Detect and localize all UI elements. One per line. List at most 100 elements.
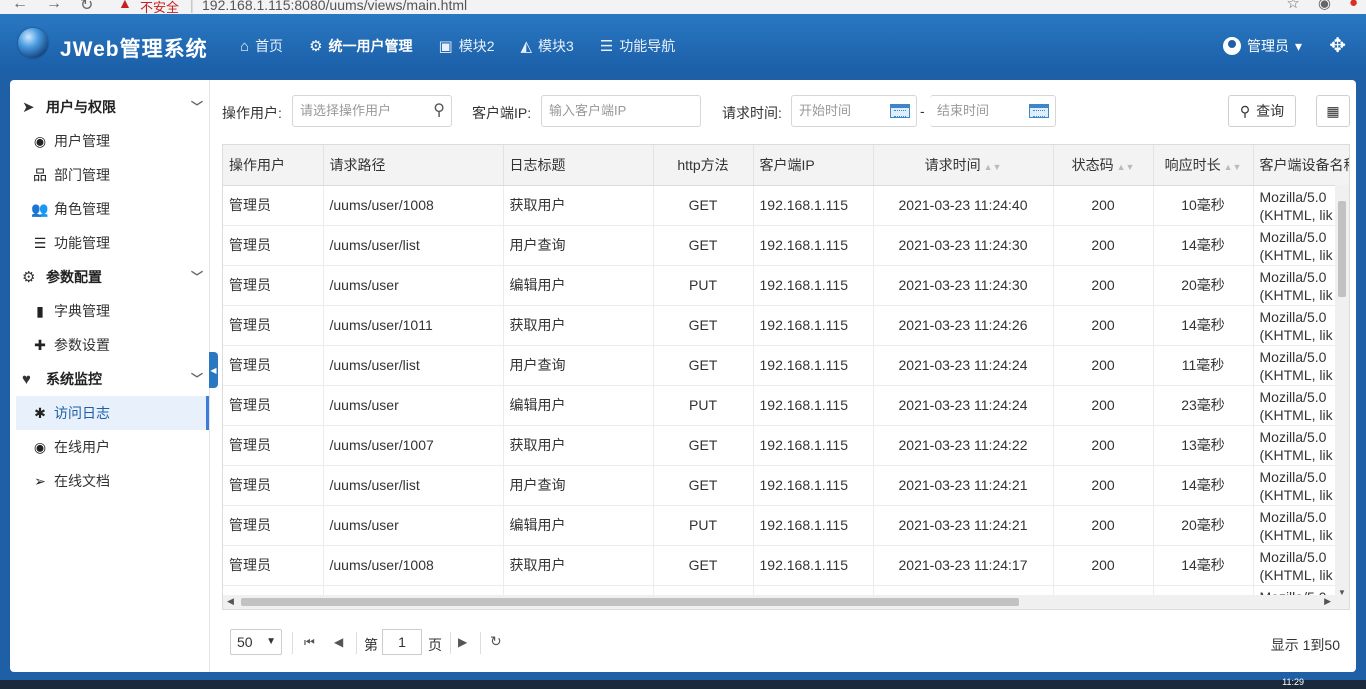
cell-log-title: 获取用户 [503,305,654,346]
table-row[interactable]: 管理员/uums/user/1008 获取用户 GET 192.168.1.115 20… [223,185,1349,226]
forward-icon[interactable]: → [46,0,62,13]
cell-request-time: 2021-03-23 11:24:30 [873,225,1054,266]
end-time-input[interactable]: 结束时间 [930,95,1056,127]
cell-status-code: 200 [1053,345,1154,386]
page-number-input[interactable]: 1 [382,629,422,655]
cell-log-title: 用户查询 [503,225,654,266]
cell-log-title: 获取用户 [503,545,654,586]
table-row[interactable]: 管理员/uums/user 编辑用户 PUT 192.168.1.115 2021-03… [223,505,1349,546]
cell-status-code: 200 [1053,185,1154,226]
nav-function-guide[interactable]: ☰ 功能导航 [600,36,675,56]
col-response-time[interactable]: 响应时长 ▲▼ [1153,145,1254,186]
sidebar-item-online-docs[interactable]: ➢ 在线文档 [10,464,209,498]
client-ip-placeholder: 输入客户端IP [549,103,627,118]
sidebar-item-functions[interactable]: ☰ 功能管理 [10,226,209,260]
page-size-value: 50 [237,634,253,650]
cell-request-path: /uums/user/1011 [323,305,504,346]
divider [356,632,357,654]
col-http-method: http方法 [653,145,754,186]
user-menu[interactable]: 管理员 ▾ [1222,36,1302,56]
scroll-right-icon[interactable]: ▶ [1324,596,1331,607]
nav-module2[interactable]: ▣ 模块2 [439,36,495,56]
query-button[interactable]: ⚲ 查询 [1228,95,1296,127]
sidebar-group-permissions[interactable]: ➤ 用户与权限 ﹀ [10,90,209,124]
scrollbar-thumb[interactable] [1338,201,1346,297]
caret-down-icon: ▾ [1294,37,1302,54]
start-time-input[interactable]: 开始时间 [791,95,917,127]
taskbar-clock: 11:29 [1282,677,1304,687]
table-row[interactable]: 管理员/uums/user/list用户查询GET192.168.1.11520… [223,345,1349,386]
sidebar-item-param-settings[interactable]: ✚ 参数设置 [10,328,209,362]
table-row[interactable]: 管理员/uums/user/1008 获取用户 GET 192.168.1.115 20… [223,545,1349,586]
cell-response-time: 13毫秒 [1153,425,1254,466]
security-status[interactable]: 不安全 [140,0,179,14]
horizontal-scrollbar[interactable]: ◀ ▶ [223,595,1349,609]
page-suffix: 页 [428,637,442,653]
sidebar-group-params[interactable]: ⚙ 参数配置 ﹀ [10,260,209,294]
first-page-icon[interactable]: ⏮ [304,635,315,650]
url-separator: | [190,0,194,13]
cell-status-code: 200 [1053,305,1154,346]
sidebar-collapse-toggle[interactable]: ◀ [209,352,218,388]
sidebar-item-label: 功能管理 [54,235,110,251]
table-row[interactable]: 管理员/uums/user/list用户查询GET192.168.1.11520… [223,225,1349,266]
sidebar-item-access-log[interactable]: ✱ 访问日志 [16,396,209,430]
cell-status-code: 200 [1053,265,1154,306]
cell-operator: 管理员 [223,305,324,346]
page-size-select[interactable]: 50 ▼ [230,629,282,655]
star-icon[interactable]: ☆ [1286,0,1299,12]
users-icon: 👥 [31,200,49,217]
table-row[interactable]: 管理员/uums/user/list用户查询GET192.168.1.11520… [223,465,1349,506]
cell-http-method: GET [653,545,754,586]
refresh-icon[interactable]: ↻ [490,633,502,650]
cell-status-code: 200 [1053,225,1154,266]
grid-icon: ▦ [1326,102,1340,119]
scroll-left-icon[interactable]: ◀ [227,596,234,607]
sidebar-item-label: 部门管理 [54,167,110,183]
prev-page-icon[interactable]: ◀ [334,635,343,649]
book-icon: ▮ [36,302,44,319]
user-circle-icon: ◉ [33,438,47,455]
cell-response-time: 14毫秒 [1153,305,1254,346]
search-icon[interactable]: ⚲ [433,96,445,126]
group-label: 参数配置 [46,269,102,285]
nav-module3[interactable]: ◭ 模块3 [521,36,574,56]
cell-http-method: GET [653,425,754,466]
address-bar[interactable]: 192.168.1.115:8080/uums/views/main.html [202,0,467,13]
request-time-label: 请求时间: [722,105,782,121]
sidebar-item-dictionary[interactable]: ▮ 字典管理 [10,294,209,328]
update-icon[interactable]: ● [1349,0,1358,12]
table-row[interactable]: 管理员/uums/user 编辑用户 PUT 192.168.1.115 2021-03… [223,385,1349,426]
table-row[interactable]: 管理员/uums/user 编辑用户 PUT 192.168.1.115 2021-03… [223,265,1349,306]
start-time-placeholder: 开始时间 [799,103,852,118]
scrollbar-thumb[interactable] [241,598,1019,606]
group-label: 用户与权限 [46,99,116,115]
table-row[interactable]: 管理员/uums/user/1011 获取用户 GET 192.168.1.115 20… [223,305,1349,346]
operator-input[interactable]: 请选择操作用户 ⚲ [292,95,452,127]
operator-placeholder: 请选择操作用户 [300,103,392,118]
sidebar-item-departments[interactable]: 品 部门管理 [10,158,209,192]
sidebar-group-monitoring[interactable]: ♥ 系统监控 ﹀ [10,362,209,396]
back-icon[interactable]: ← [12,0,28,13]
warning-icon: ▲ [118,0,132,11]
sidebar-item-online-users[interactable]: ◉ 在线用户 [10,430,209,464]
client-ip-input[interactable]: 输入客户端IP [541,95,701,127]
sidebar-item-users[interactable]: ◉ 用户管理 [10,124,209,158]
profile-icon[interactable]: ◉ [1318,0,1331,12]
col-status-code[interactable]: 状态码 ▲▼ [1053,145,1154,186]
move-icon[interactable]: ✥ [1329,33,1346,58]
nav-user-management[interactable]: ⚙ 统一用户管理 [309,36,412,56]
sidebar-item-roles[interactable]: 👥 角色管理 [10,192,209,226]
next-page-icon[interactable]: ▶ [458,635,467,649]
calendar-icon[interactable] [890,104,910,118]
reload-icon[interactable]: ↻ [80,0,93,14]
col-request-time[interactable]: 请求时间 ▲▼ [873,145,1054,186]
cell-http-method: GET [653,185,754,226]
cell-operator: 管理员 [223,225,324,266]
table-body: 管理员/uums/user/1008 获取用户 GET 192.168.1.115 20… [223,185,1349,609]
vertical-scrollbar[interactable]: ▼ [1335,185,1349,597]
calendar-icon[interactable] [1029,104,1049,118]
table-row[interactable]: 管理员/uums/user/1007 获取用户 GET 192.168.1.115 20… [223,425,1349,466]
columns-toggle-button[interactable]: ▦ [1316,95,1350,127]
nav-home[interactable]: ⌂ 首页 [240,36,283,56]
